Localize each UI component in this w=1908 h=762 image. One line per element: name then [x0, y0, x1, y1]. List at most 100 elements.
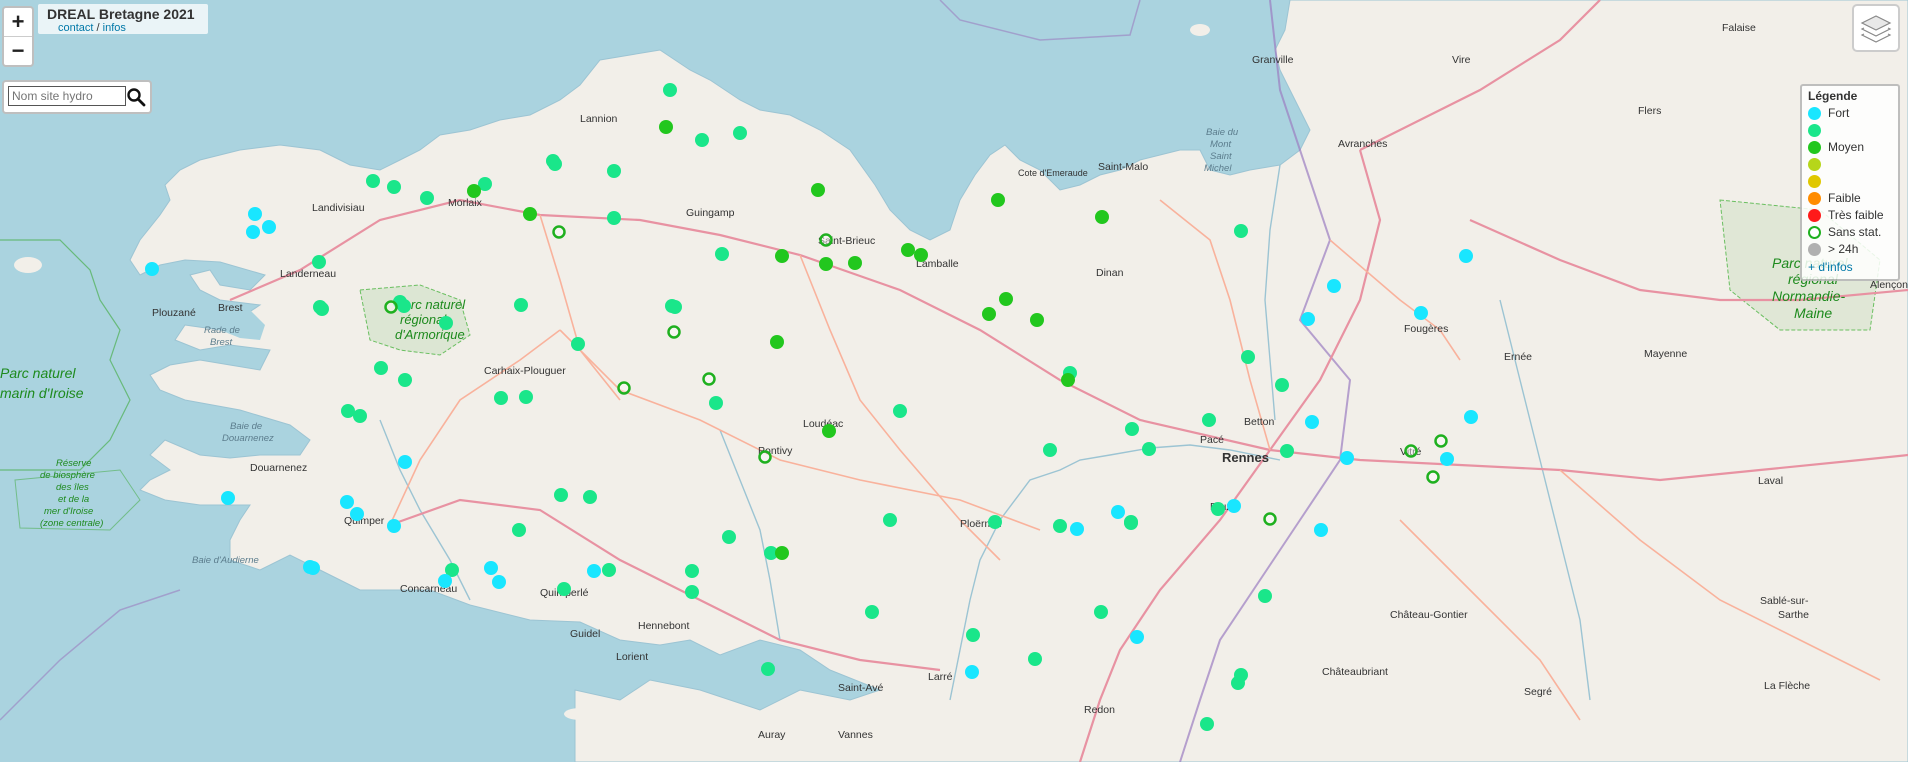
station-marker-sans-stat[interactable] [1263, 512, 1277, 526]
station-marker-sans-stat[interactable] [1426, 470, 1440, 484]
station-marker-moyen-plus[interactable] [695, 133, 709, 147]
station-marker-fort[interactable] [1111, 505, 1125, 519]
station-marker-moyen[interactable] [991, 193, 1005, 207]
contact-link[interactable]: contact [58, 22, 93, 34]
station-marker-fort[interactable] [1327, 279, 1341, 293]
station-marker-moyen[interactable] [914, 248, 928, 262]
station-marker-fort[interactable] [1414, 306, 1428, 320]
station-marker-moyen-plus[interactable] [353, 409, 367, 423]
station-marker-moyen[interactable] [901, 243, 915, 257]
station-marker-fort[interactable] [1314, 523, 1328, 537]
station-marker-fort[interactable] [484, 561, 498, 575]
station-marker-moyen-plus[interactable] [722, 530, 736, 544]
station-marker-moyen-plus[interactable] [685, 585, 699, 599]
station-marker-moyen-plus[interactable] [966, 628, 980, 642]
station-marker-fort[interactable] [246, 225, 260, 239]
station-marker-fort[interactable] [306, 561, 320, 575]
station-marker-fort[interactable] [221, 491, 235, 505]
station-marker-moyen-plus[interactable] [1280, 444, 1294, 458]
station-marker-fort[interactable] [262, 220, 276, 234]
station-marker-moyen-plus[interactable] [1200, 717, 1214, 731]
station-marker-moyen[interactable] [982, 307, 996, 321]
station-marker-fort[interactable] [1440, 452, 1454, 466]
station-marker-moyen-plus[interactable] [519, 390, 533, 404]
station-marker-moyen[interactable] [1061, 373, 1075, 387]
station-marker-moyen-plus[interactable] [571, 337, 585, 351]
infos-link[interactable]: infos [103, 22, 126, 34]
station-marker-moyen-plus[interactable] [883, 513, 897, 527]
station-marker-moyen-plus[interactable] [602, 563, 616, 577]
station-marker-fort[interactable] [1301, 312, 1315, 326]
station-marker-moyen-plus[interactable] [1275, 378, 1289, 392]
station-marker-fort[interactable] [350, 507, 364, 521]
station-marker-fort[interactable] [1340, 451, 1354, 465]
station-marker-moyen[interactable] [523, 207, 537, 221]
station-marker-sans-stat[interactable] [667, 325, 681, 339]
station-marker-fort[interactable] [145, 262, 159, 276]
station-marker-moyen-plus[interactable] [512, 523, 526, 537]
station-marker-moyen-plus[interactable] [865, 605, 879, 619]
station-marker-sans-stat[interactable] [384, 300, 398, 314]
station-marker-sans-stat[interactable] [1404, 444, 1418, 458]
station-marker-fort[interactable] [438, 574, 452, 588]
station-marker-fort[interactable] [1305, 415, 1319, 429]
station-marker-fort[interactable] [387, 519, 401, 533]
station-marker-fort[interactable] [1070, 522, 1084, 536]
station-marker-fort[interactable] [965, 665, 979, 679]
station-marker-moyen[interactable] [848, 256, 862, 270]
station-marker-fort[interactable] [1130, 630, 1144, 644]
zoom-in-button[interactable]: + [4, 8, 32, 36]
station-marker-moyen-plus[interactable] [312, 255, 326, 269]
station-marker-moyen[interactable] [659, 120, 673, 134]
station-marker-fort[interactable] [398, 455, 412, 469]
station-marker-moyen-plus[interactable] [420, 191, 434, 205]
station-marker-moyen-plus[interactable] [341, 404, 355, 418]
search-icon[interactable] [126, 87, 146, 107]
station-marker-fort[interactable] [587, 564, 601, 578]
station-marker-moyen-plus[interactable] [988, 515, 1002, 529]
station-marker-fort[interactable] [1464, 410, 1478, 424]
station-marker-moyen-plus[interactable] [1241, 350, 1255, 364]
station-marker-moyen[interactable] [775, 546, 789, 560]
station-marker-moyen[interactable] [1095, 210, 1109, 224]
station-marker-moyen[interactable] [822, 424, 836, 438]
station-marker-moyen-plus[interactable] [313, 300, 327, 314]
station-marker-sans-stat[interactable] [819, 233, 833, 247]
station-marker-fort[interactable] [248, 207, 262, 221]
station-marker-moyen-plus[interactable] [1028, 652, 1042, 666]
station-marker-moyen[interactable] [819, 257, 833, 271]
station-marker-moyen[interactable] [1030, 313, 1044, 327]
station-marker-moyen-plus[interactable] [1211, 502, 1225, 516]
station-marker-moyen-plus[interactable] [546, 154, 560, 168]
station-marker-moyen-plus[interactable] [1142, 442, 1156, 456]
station-marker-sans-stat[interactable] [1434, 434, 1448, 448]
station-marker-fort[interactable] [1459, 249, 1473, 263]
station-marker-moyen[interactable] [775, 249, 789, 263]
station-marker-moyen-plus[interactable] [366, 174, 380, 188]
station-marker-moyen[interactable] [467, 184, 481, 198]
station-marker-moyen-plus[interactable] [398, 373, 412, 387]
station-marker-moyen-plus[interactable] [514, 298, 528, 312]
station-marker-sans-stat[interactable] [702, 372, 716, 386]
station-marker-moyen-plus[interactable] [715, 247, 729, 261]
map-view[interactable]: Brest Plouzané Landerneau Landivisiau Mo… [0, 0, 1908, 762]
station-marker-moyen-plus[interactable] [607, 211, 621, 225]
station-marker-moyen-plus[interactable] [554, 488, 568, 502]
station-marker-moyen-plus[interactable] [1234, 224, 1248, 238]
station-marker-moyen-plus[interactable] [1043, 443, 1057, 457]
station-marker-fort[interactable] [340, 495, 354, 509]
station-marker-moyen-plus[interactable] [1258, 589, 1272, 603]
station-marker-moyen-plus[interactable] [439, 316, 453, 330]
station-marker-moyen-plus[interactable] [607, 164, 621, 178]
zoom-out-button[interactable]: − [4, 36, 32, 65]
station-marker-moyen-plus[interactable] [1125, 422, 1139, 436]
station-marker-moyen-plus[interactable] [374, 361, 388, 375]
station-marker-moyen-plus[interactable] [761, 662, 775, 676]
station-marker-moyen-plus[interactable] [733, 126, 747, 140]
station-marker-sans-stat[interactable] [552, 225, 566, 239]
station-marker-sans-stat[interactable] [617, 381, 631, 395]
station-marker-moyen-plus[interactable] [494, 391, 508, 405]
search-input[interactable] [8, 86, 126, 106]
station-marker-moyen-plus[interactable] [557, 582, 571, 596]
station-marker-moyen[interactable] [811, 183, 825, 197]
